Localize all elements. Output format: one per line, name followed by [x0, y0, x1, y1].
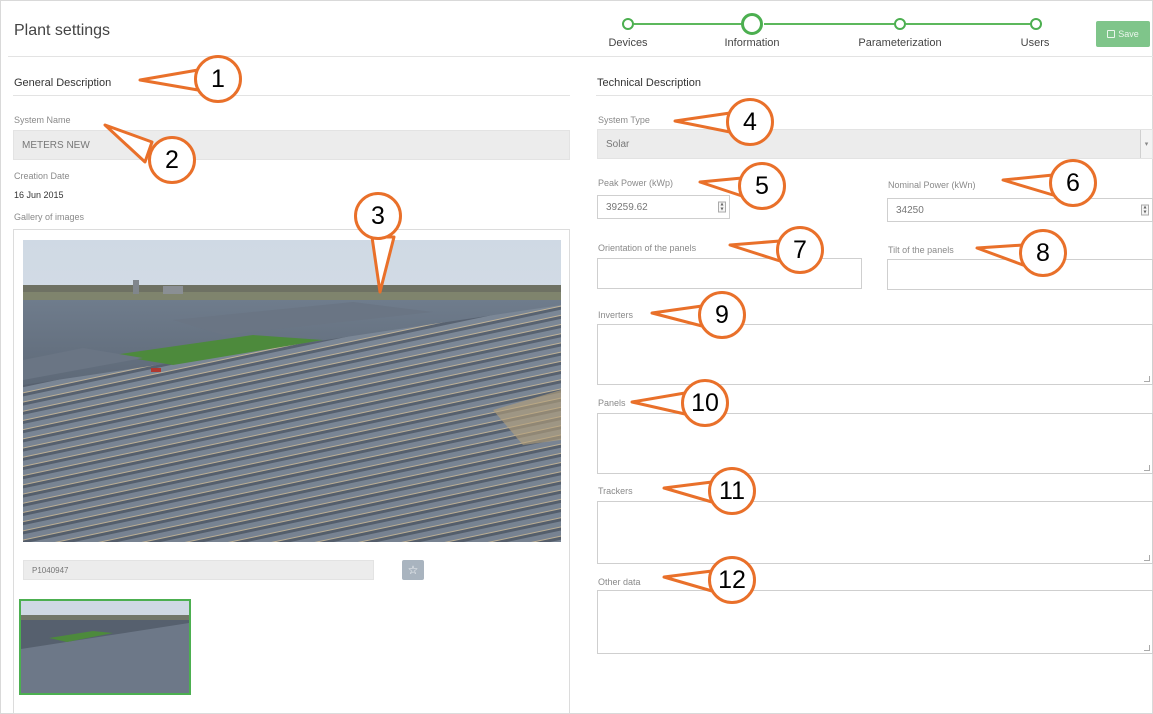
save-button[interactable]: Save: [1096, 21, 1150, 47]
callout-12: 12: [708, 556, 756, 604]
nominal-power-value: 34250: [896, 204, 924, 216]
save-icon: [1107, 30, 1116, 38]
favorite-image-button[interactable]: ☆: [402, 560, 424, 580]
tab-users[interactable]: Users: [1021, 37, 1050, 49]
technical-description-heading: Technical Description: [597, 77, 701, 89]
thumbnail-image: [21, 601, 189, 693]
spinner-icon[interactable]: ▴ ▾: [718, 201, 726, 213]
callout-9: 9: [698, 291, 746, 339]
section-divider: [13, 95, 570, 96]
step-users-dot[interactable]: [1030, 18, 1042, 30]
caret-down-icon[interactable]: ▾: [1140, 130, 1152, 158]
system-name-field: METERS NEW: [13, 130, 570, 160]
system-name-value: METERS NEW: [22, 139, 90, 151]
peak-power-label: Peak Power (kWp): [598, 178, 674, 188]
peak-power-value: 39259.62: [606, 201, 648, 213]
panels-textarea[interactable]: [597, 413, 1153, 474]
orientation-label: Orientation of the panels: [598, 243, 697, 253]
resize-grip-icon[interactable]: [1144, 555, 1150, 561]
gallery-label: Gallery of images: [14, 212, 85, 222]
trackers-textarea[interactable]: [597, 501, 1153, 564]
callout-7: 7: [776, 226, 824, 274]
callout-6: 6: [1049, 159, 1097, 207]
callout-11: 11: [708, 467, 756, 515]
general-description-heading: General Description: [14, 77, 112, 89]
system-type-value: Solar: [606, 138, 630, 150]
solar-plant-photo[interactable]: [23, 240, 561, 542]
step-connector: [906, 23, 1030, 25]
inverters-label: Inverters: [598, 310, 634, 320]
save-button-label: Save: [1118, 29, 1139, 39]
nominal-power-label: Nominal Power (kWn): [888, 180, 976, 190]
tab-information[interactable]: Information: [724, 37, 779, 49]
callout-1: 1: [194, 55, 242, 103]
gallery-thumbnail[interactable]: [19, 599, 191, 695]
step-information-dot[interactable]: [741, 13, 763, 35]
nominal-power-input[interactable]: 34250 ▴ ▾: [887, 198, 1153, 222]
callout-8: 8: [1019, 229, 1067, 277]
step-connector: [764, 23, 894, 25]
step-parameterization-dot[interactable]: [894, 18, 906, 30]
header-divider: [8, 56, 1153, 57]
panels-label: Panels: [598, 398, 626, 408]
callout-4: 4: [726, 98, 774, 146]
resize-grip-icon[interactable]: [1144, 376, 1150, 382]
system-type-select[interactable]: Solar ▾: [597, 129, 1153, 159]
creation-date-label: Creation Date: [14, 171, 70, 181]
tilt-input[interactable]: [887, 259, 1153, 290]
system-type-label: System Type: [598, 115, 650, 125]
system-name-label: System Name: [14, 115, 71, 125]
callout-3: 3: [354, 192, 402, 240]
other-data-label: Other data: [598, 577, 641, 587]
wizard-stepper: Devices Information Parameterization Use…: [0, 0, 1153, 56]
trackers-label: Trackers: [598, 486, 633, 496]
orientation-input[interactable]: [597, 258, 862, 289]
step-connector: [634, 23, 742, 25]
callout-5: 5: [738, 162, 786, 210]
resize-grip-icon[interactable]: [1144, 465, 1150, 471]
resize-grip-icon[interactable]: [1144, 645, 1150, 651]
tilt-label: Tilt of the panels: [888, 245, 954, 255]
image-caption-field[interactable]: P1040947: [23, 560, 374, 580]
creation-date-value: 16 Jun 2015: [14, 190, 64, 200]
solar-plant-image: [23, 240, 561, 542]
image-caption-value: P1040947: [32, 565, 69, 575]
star-icon: ☆: [407, 563, 419, 577]
tab-parameterization[interactable]: Parameterization: [858, 37, 941, 49]
callout-2: 2: [148, 136, 196, 184]
inverters-textarea[interactable]: [597, 324, 1153, 385]
callout-10: 10: [681, 379, 729, 427]
spinner-icon[interactable]: ▴ ▾: [1141, 204, 1149, 216]
tab-devices[interactable]: Devices: [608, 37, 647, 49]
step-devices-dot[interactable]: [622, 18, 634, 30]
peak-power-input[interactable]: 39259.62 ▴ ▾: [597, 195, 730, 219]
section-divider: [596, 95, 1153, 96]
other-data-textarea[interactable]: [597, 590, 1153, 654]
